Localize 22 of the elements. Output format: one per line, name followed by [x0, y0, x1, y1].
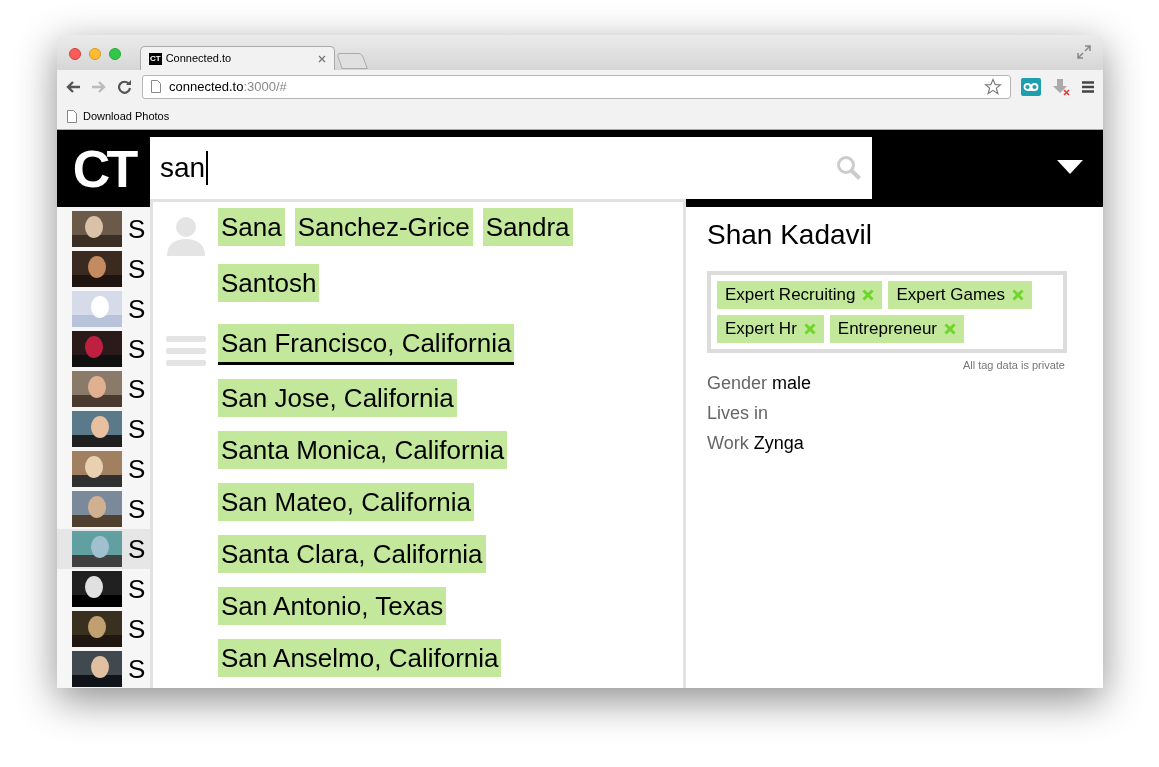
profile-tag: Expert Games [888, 281, 1033, 309]
person-initial: S [128, 496, 146, 522]
person-initial: S [128, 576, 146, 602]
url-text: connected.to:3000/# [169, 77, 288, 96]
person-initial: S [128, 296, 146, 322]
profile-tag: Expert Hr [717, 315, 824, 343]
person-initial: S [128, 336, 146, 362]
profile-field: Work Zynga [707, 427, 1067, 458]
person-initial: S [128, 376, 146, 402]
person-initial: S [128, 216, 146, 242]
person-initial: S [128, 656, 146, 682]
profile-field: Lives in [707, 397, 1067, 428]
profile-tag: Entrepreneur [829, 315, 965, 343]
person-initial: S [128, 616, 146, 642]
tab-title: Connected.to [165, 51, 233, 67]
favicon-icon: CT [149, 52, 162, 65]
person-initial: S [128, 536, 146, 562]
person-initial: S [128, 456, 146, 482]
person-initial: S [128, 416, 146, 442]
person-initial: S [128, 256, 146, 282]
profile-name: Shan Kadavil [707, 218, 873, 252]
profile-tag: Expert Recruiting [717, 281, 883, 309]
